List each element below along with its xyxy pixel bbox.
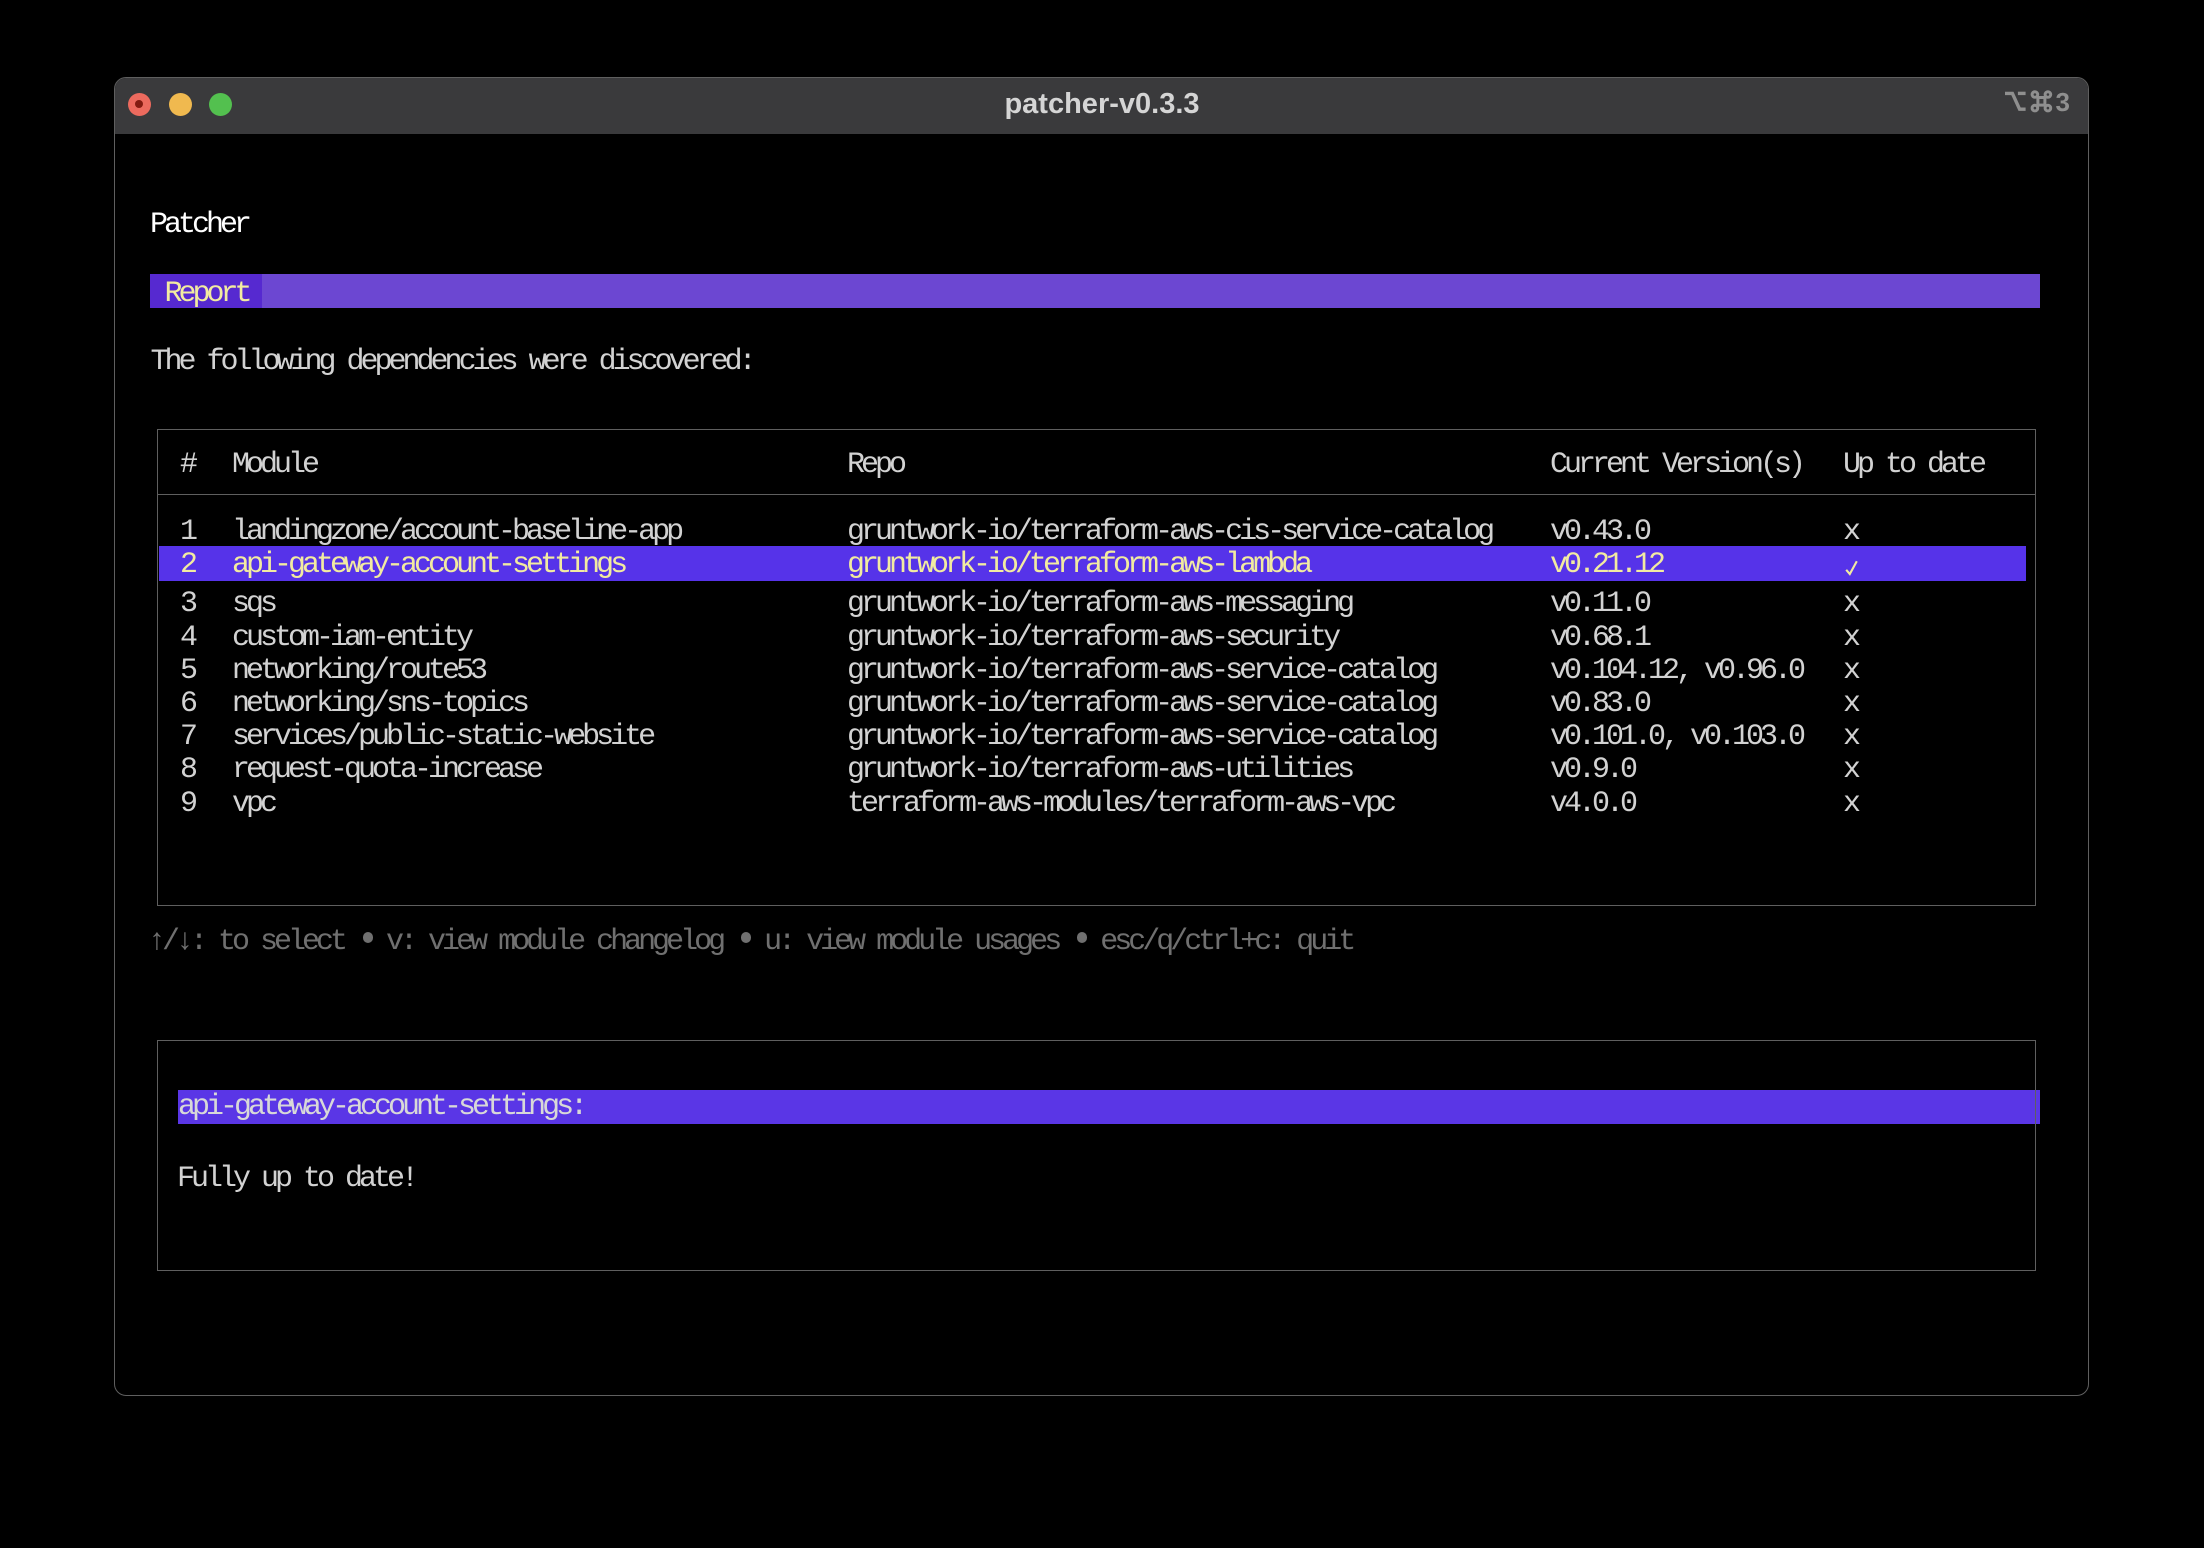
svg-text:3: 3 [2056, 89, 2070, 113]
